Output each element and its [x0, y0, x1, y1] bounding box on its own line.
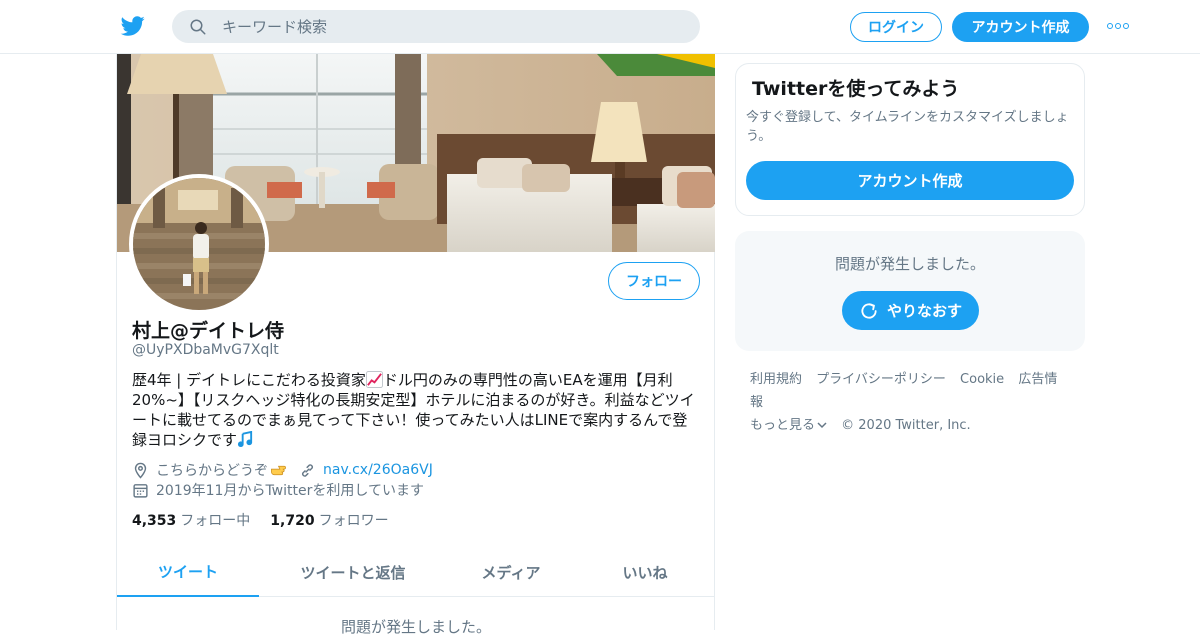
- follow-button[interactable]: フォロー: [608, 262, 700, 300]
- footer-more-label: もっと見る: [750, 418, 816, 433]
- create-account-button[interactable]: アカウント作成: [746, 161, 1074, 200]
- avatar-photo: [133, 178, 265, 310]
- profile-meta: こちらからどうぞ nav.cx/26Oa6VJ 2019年11月からTwitte…: [132, 460, 433, 500]
- profile-location: こちらからどうぞ: [156, 463, 268, 479]
- signup-card: Twitterを使ってみよう 今すぐ登録して、タイムラインをカスタマイズしましょ…: [735, 63, 1085, 216]
- twitter-bird-icon[interactable]: [120, 14, 146, 38]
- following-count: 4,353: [132, 513, 177, 529]
- timeline-error-message: 問題が発生しました。: [340, 618, 491, 636]
- tab-media[interactable]: メディア: [447, 548, 575, 597]
- chevron-down-icon: [817, 422, 827, 429]
- profile-stats: 4,353 フォロー中 1,720 フォロワー: [132, 510, 389, 530]
- bio-text-part1: 歴4年 | デイトレにこだわる投資家: [132, 371, 366, 389]
- retry-button[interactable]: やりなおす: [842, 291, 979, 330]
- followers-stat[interactable]: 1,720 フォロワー: [270, 510, 388, 530]
- tab-tweets-and-replies[interactable]: ツイートと返信: [259, 548, 447, 597]
- followers-label: フォロワー: [318, 513, 389, 529]
- refresh-icon: [861, 302, 877, 319]
- footer-copyright: © 2020 Twitter, Inc.: [841, 418, 971, 433]
- more-options-icon[interactable]: [1106, 16, 1130, 36]
- footer-link-cookie[interactable]: Cookie: [960, 372, 1004, 387]
- profile-avatar[interactable]: [129, 174, 269, 314]
- search-icon: [190, 19, 206, 35]
- error-card-message: 問題が発生しました。: [834, 255, 985, 273]
- footer-links: 利用規約 プライバシーポリシー Cookie 広告情報 もっと見る © 2020…: [750, 368, 1080, 437]
- followers-count: 1,720: [270, 513, 315, 529]
- profile-url-link[interactable]: nav.cx/26Oa6VJ: [323, 462, 433, 478]
- error-card: 問題が発生しました。 やりなおす: [735, 231, 1085, 351]
- signup-card-title: Twitterを使ってみよう: [752, 78, 960, 100]
- tab-likes[interactable]: いいね: [575, 548, 715, 597]
- chart-increasing-emoji-icon: [365, 371, 383, 388]
- calendar-icon: [133, 483, 148, 498]
- following-stat[interactable]: 4,353 フォロー中: [132, 510, 250, 530]
- signup-button[interactable]: アカウント作成: [952, 12, 1089, 42]
- login-button[interactable]: ログイン: [850, 12, 942, 42]
- search-box[interactable]: [172, 10, 700, 43]
- music-notes-emoji-icon: [237, 431, 253, 448]
- profile-tabs: ツイート ツイートと返信 メディア いいね: [117, 548, 715, 597]
- tab-tweets[interactable]: ツイート: [117, 548, 259, 597]
- profile-name: 村上@デイトレ侍: [132, 320, 285, 342]
- profile-bio: 歴4年 | デイトレにこだわる投資家 ドル円のみの専門性の高いEAを運用【月利20…: [132, 370, 702, 450]
- pointing-right-emoji-icon: [271, 465, 286, 475]
- location-pin-icon: [134, 462, 147, 479]
- following-label: フォロー中: [180, 513, 251, 529]
- footer-link-privacy[interactable]: プライバシーポリシー: [816, 372, 946, 387]
- profile-joined-date: 2019年11月からTwitterを利用しています: [156, 483, 424, 499]
- retry-button-label: やりなおす: [886, 302, 962, 320]
- footer-link-terms[interactable]: 利用規約: [750, 372, 802, 387]
- top-navigation-bar: ログイン アカウント作成: [0, 0, 1200, 54]
- footer-more-link[interactable]: もっと見る: [750, 418, 827, 433]
- signup-card-description: 今すぐ登録して、タイムラインをカスタマイズしましょう。: [746, 110, 1069, 144]
- profile-column: フォロー 村上@デイトレ侍 @UyPXDbaMvG7Xqlt 歴4年 | デイト…: [116, 54, 715, 636]
- search-input[interactable]: [222, 10, 682, 43]
- profile-handle[interactable]: @UyPXDbaMvG7Xqlt: [132, 342, 279, 358]
- link-icon: [301, 463, 314, 477]
